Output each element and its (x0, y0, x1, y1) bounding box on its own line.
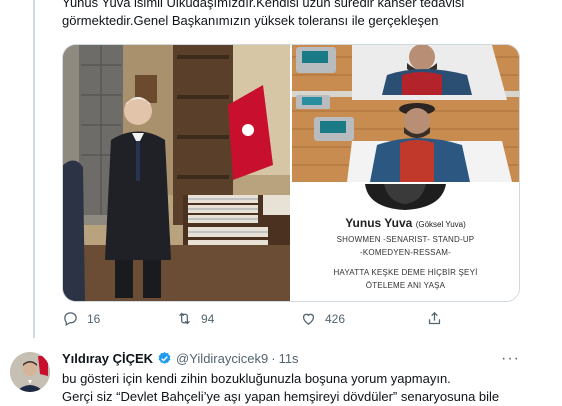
reply-timestamp[interactable]: 11s (279, 351, 299, 366)
card-alias: (Göksel Yuva) (415, 220, 466, 229)
reply-action[interactable]: 16 (62, 310, 100, 327)
office-photo[interactable] (63, 45, 290, 301)
time-separator: · (271, 351, 276, 366)
verified-badge-icon (158, 351, 171, 364)
share-icon (428, 311, 441, 325)
tweet-text-line-1: Yunus Yuva isimli Ülküdaşımızdır.Kendisi… (62, 0, 465, 10)
retweet-count: 94 (201, 311, 215, 326)
reply-author-handle[interactable]: @Yildiraycicek9 (176, 351, 268, 366)
heart-icon (302, 313, 315, 325)
tweet-text: Yunus Yuva isimli Ülküdaşımızdır.Kendisi… (62, 0, 552, 30)
like-action[interactable]: 426 (300, 310, 345, 327)
reply-header: Yıldıray ÇİÇEK @Yildiraycicek9 · 11s (62, 351, 532, 366)
tweet-thread: Yunus Yuva isimli Ülküdaşımızdır.Kendisi… (0, 0, 562, 404)
retweet-action[interactable]: 94 (176, 310, 214, 327)
reply-count: 16 (87, 311, 101, 326)
avatar[interactable] (10, 352, 50, 392)
hospital-photo[interactable] (292, 45, 519, 182)
reply-author-name[interactable]: Yıldıray ÇİÇEK (62, 351, 153, 366)
profile-card[interactable]: Yunus Yuva (Göksel Yuva) SHOWMEN -SENARI… (292, 184, 519, 301)
thread-connector-line (33, 0, 35, 338)
card-line-2: -KOMEDYEN-RESSAM- (360, 248, 451, 257)
tweet-text-line-2: görmektedir.Genel Başkanımızın yüksek to… (62, 13, 439, 28)
reply-icon (64, 312, 77, 327)
reply-text-line-2: Gerçi siz “Devlet Bahçeli’ye aşı yapan h… (62, 389, 500, 404)
like-count: 426 (325, 311, 346, 326)
reply-text: bu gösteri için kendi zihin bozukluğunuz… (62, 370, 562, 406)
more-options-icon[interactable]: ··· (501, 350, 520, 368)
card-line-1: SHOWMEN -SENARIST- STAND-UP (336, 235, 475, 244)
card-name: Yunus Yuva (345, 216, 413, 230)
share-action[interactable] (426, 310, 443, 327)
card-name-row: Yunus Yuva (Göksel Yuva) (292, 216, 519, 230)
reply-text-line-1: bu gösteri için kendi zihin bozukluğunuz… (62, 371, 451, 386)
card-line-3: HAYATTA KEŞKE DEME HİÇBİR ŞEYİ (333, 268, 478, 277)
tweet-actions: 16 94 426 (62, 310, 502, 330)
card-line-4: ÖTELEME ANI YAŞA (365, 281, 446, 290)
retweet-icon (179, 312, 190, 325)
tweet-media-grid[interactable]: Yunus Yuva (Göksel Yuva) SHOWMEN -SENARI… (62, 44, 520, 302)
